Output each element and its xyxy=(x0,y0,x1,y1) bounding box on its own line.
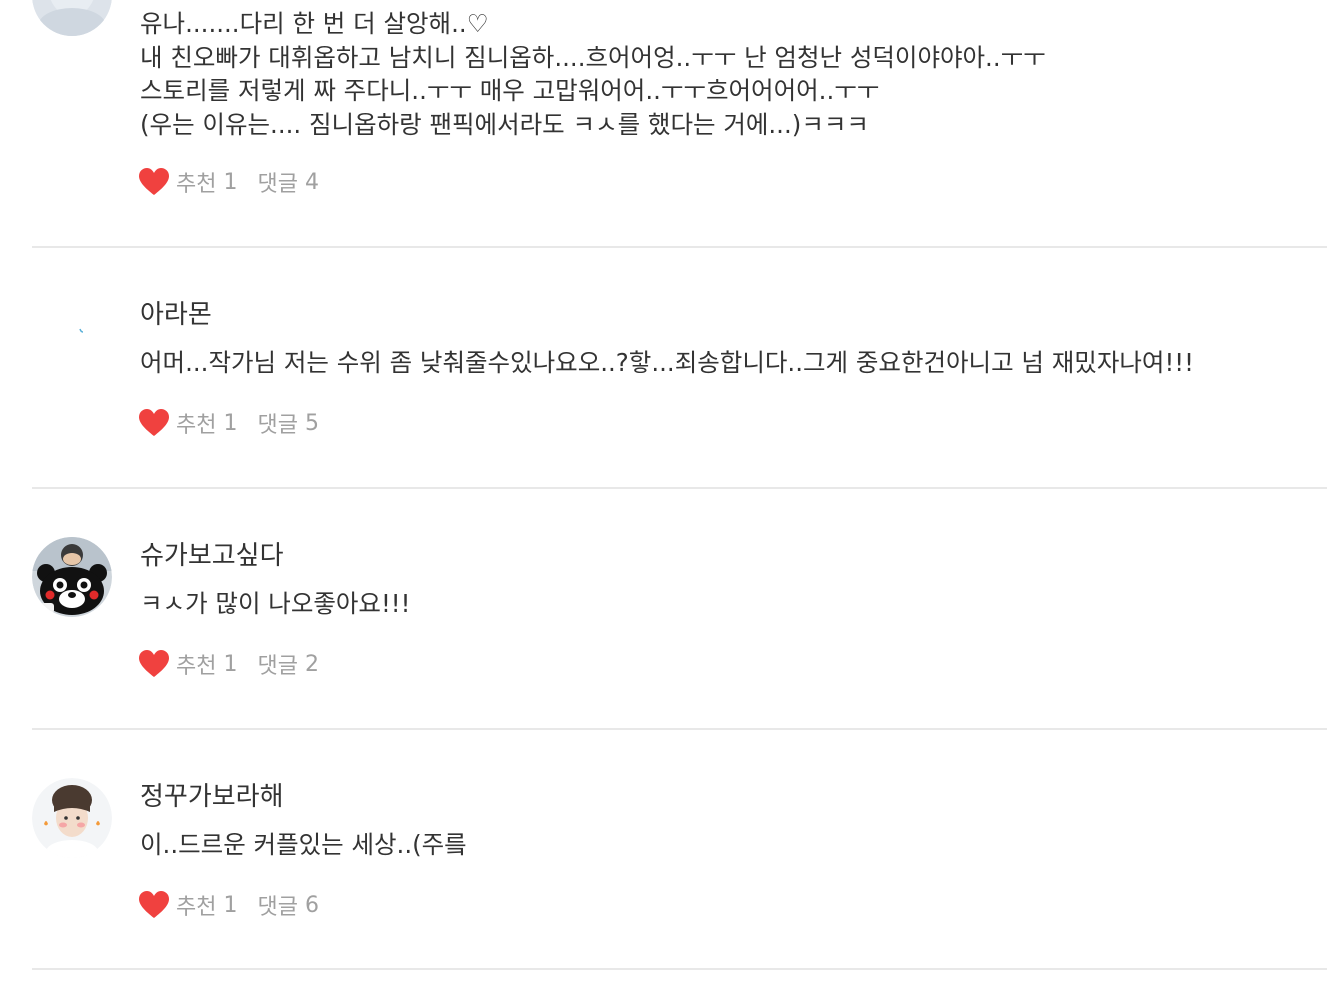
like-label[interactable]: 추천 xyxy=(176,648,216,680)
comment-text: 어머...작가님 저는 수위 좀 낮춰줄수있나요오..?핳...죄송합니다..그… xyxy=(140,348,1194,377)
comment-username[interactable]: 슈가보고싶다 xyxy=(140,541,284,571)
divider xyxy=(32,487,1327,489)
comment-actions: 추천 1 댓글 6 xyxy=(139,889,319,921)
avatar[interactable] xyxy=(32,778,112,858)
comment-actions: 추천 1 댓글 5 xyxy=(139,407,319,439)
comment-text: 이..드르운 커플있는 세상..(주릌 xyxy=(140,830,467,859)
reply-count: 4 xyxy=(304,169,319,195)
avatar[interactable] xyxy=(32,537,112,617)
like-label[interactable]: 추천 xyxy=(176,166,216,198)
like-count: 1 xyxy=(223,169,238,195)
divider xyxy=(32,968,1327,970)
reply-count: 6 xyxy=(304,892,319,918)
like-count: 1 xyxy=(223,410,238,436)
like-label[interactable]: 추천 xyxy=(176,407,216,439)
reply-link[interactable]: 댓글 xyxy=(257,166,297,198)
comment-actions: 추천 1 댓글 2 xyxy=(139,648,319,680)
avatar-bear-mascot-icon xyxy=(32,537,112,617)
reply-count: 2 xyxy=(304,651,319,677)
avatar[interactable] xyxy=(32,294,112,374)
avatar[interactable] xyxy=(32,0,112,36)
divider xyxy=(32,246,1327,248)
comment-text: ㅋㅅ가 많이 나오좋아요!!! xyxy=(140,589,411,618)
heart-icon[interactable] xyxy=(139,891,169,919)
comment-username[interactable]: 정꾸가보라해 xyxy=(140,782,284,812)
comment-actions: 추천 1 댓글 4 xyxy=(139,166,319,198)
comment-text-line: 스토리를 저렇게 짜 주다니..ㅜㅜ 매우 고맙워어어..ㅜㅜ흐어어어어..ㅜㅜ xyxy=(140,76,880,105)
comment-text-line: 유나.......다리 한 번 더 살앙해..♡ xyxy=(140,9,489,38)
reply-link[interactable]: 댓글 xyxy=(257,648,297,680)
like-label[interactable]: 추천 xyxy=(176,889,216,921)
like-count: 1 xyxy=(223,892,238,918)
like-count: 1 xyxy=(223,651,238,677)
reply-count: 5 xyxy=(304,410,319,436)
comment-username[interactable]: 아라몬 xyxy=(140,300,212,330)
avatar-photo-icon xyxy=(32,0,112,36)
avatar-blank-icon xyxy=(32,294,112,374)
comment-text-line: (우는 이유는.... 짐니옵하랑 팬픽에서라도 ㅋㅅ를 했다는 거에...)ㅋ… xyxy=(140,109,869,139)
avatar-photo-icon xyxy=(32,778,112,858)
reply-link[interactable]: 댓글 xyxy=(257,889,297,921)
heart-icon[interactable] xyxy=(139,650,169,678)
heart-icon[interactable] xyxy=(139,168,169,196)
heart-icon[interactable] xyxy=(139,409,169,437)
reply-link[interactable]: 댓글 xyxy=(257,407,297,439)
divider xyxy=(32,728,1327,730)
comment-text-line: 내 친오빠가 대휘옵하고 남치니 짐니옵하....흐어어엉..ㅜㅜ 난 엄청난 … xyxy=(140,42,1046,72)
